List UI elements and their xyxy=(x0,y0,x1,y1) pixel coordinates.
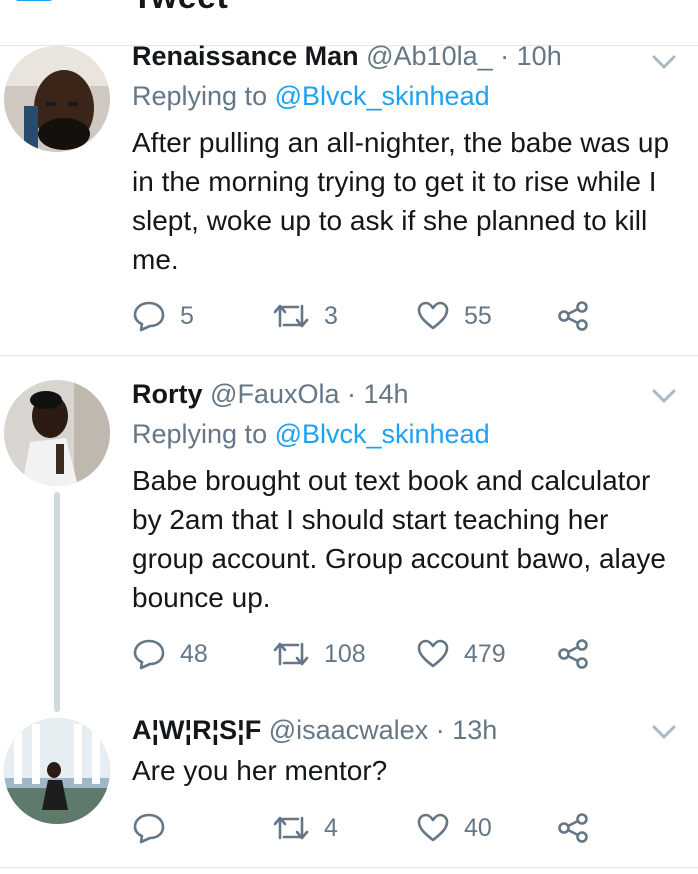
reply-icon xyxy=(133,813,165,844)
display-name[interactable]: Rorty xyxy=(132,379,203,409)
replying-to-label: Replying to xyxy=(132,81,275,111)
timestamp: 13h xyxy=(452,715,498,745)
separator-dot: · xyxy=(435,715,445,745)
like-button[interactable]: 40 xyxy=(416,808,492,848)
separator-dot: · xyxy=(347,379,356,409)
like-button[interactable]: 55 xyxy=(416,296,492,336)
avatar[interactable] xyxy=(4,718,110,824)
tweet-text: Babe brought out text book and calculato… xyxy=(132,465,666,613)
like-count: 479 xyxy=(464,639,506,668)
back-arrow-icon[interactable] xyxy=(14,0,54,12)
display-name[interactable]: Renaissance Man xyxy=(132,41,359,71)
share-button[interactable] xyxy=(556,808,590,848)
share-icon xyxy=(558,301,588,331)
tweet-header: A¦W¦R¦S¦F @isaacwalex · 13h xyxy=(132,714,497,746)
share-icon xyxy=(558,813,588,843)
replying-to-label: Replying to xyxy=(132,419,275,449)
retweet-button[interactable]: 3 xyxy=(272,296,338,336)
reply-button[interactable]: 48 xyxy=(132,634,208,674)
retweet-count: 108 xyxy=(324,639,366,668)
thread-line xyxy=(54,492,60,712)
reply-mention-link[interactable]: @Blvck_skinhead xyxy=(275,81,490,111)
heart-icon xyxy=(417,301,449,330)
page-title: Tweet xyxy=(132,0,228,17)
reply-button[interactable]: 5 xyxy=(132,296,194,336)
reply-icon xyxy=(133,301,165,332)
tweet-header: Rorty @FauxOla · 14h xyxy=(132,378,409,410)
user-handle[interactable]: @isaacwalex xyxy=(269,715,428,745)
tweet-text: Are you her mentor? xyxy=(132,755,388,786)
like-count: 55 xyxy=(464,301,492,330)
reply-mention-link[interactable]: @Blvck_skinhead xyxy=(275,419,490,449)
share-icon xyxy=(558,639,588,669)
user-handle[interactable]: @Ab10la_ xyxy=(366,41,493,71)
tweet-text: After pulling an all-nighter, the babe w… xyxy=(132,127,670,275)
replying-to: Replying to @Blvck_skinhead xyxy=(132,418,490,450)
retweet-icon xyxy=(273,304,309,328)
retweet-button[interactable]: 4 xyxy=(272,808,338,848)
reply-button[interactable] xyxy=(132,808,180,848)
tweet-item[interactable]: Rorty @FauxOla · 14h Replying to @Blvck_… xyxy=(0,356,698,712)
share-button[interactable] xyxy=(556,634,590,674)
tweet-item[interactable]: Renaissance Man @Ab10la_ · 10h Replying … xyxy=(0,41,698,356)
retweet-button[interactable]: 108 xyxy=(272,634,366,674)
replying-to: Replying to @Blvck_skinhead xyxy=(132,80,490,112)
timestamp: 10h xyxy=(516,41,562,71)
user-handle[interactable]: @FauxOla xyxy=(210,379,339,409)
tweet-header: Renaissance Man @Ab10la_ · 10h xyxy=(132,40,562,72)
chevron-down-icon[interactable] xyxy=(650,386,678,406)
tweet-actions: 5 3 55 xyxy=(132,296,602,336)
tweet-item[interactable]: A¦W¦R¦S¦F @isaacwalex · 13h Are you her … xyxy=(0,712,698,868)
retweet-icon xyxy=(273,642,309,666)
avatar[interactable] xyxy=(4,46,110,152)
chevron-down-icon[interactable] xyxy=(650,722,678,742)
retweet-icon xyxy=(273,816,309,840)
reply-count: 5 xyxy=(180,301,194,330)
display-name[interactable]: A¦W¦R¦S¦F xyxy=(132,715,261,745)
chevron-down-icon[interactable] xyxy=(650,52,678,72)
like-count: 40 xyxy=(464,813,492,842)
tweet-actions: 48 108 479 xyxy=(132,634,602,674)
separator-dot: · xyxy=(500,41,510,71)
tweet-actions: 4 40 xyxy=(132,808,602,848)
heart-icon xyxy=(417,813,449,842)
retweet-count: 3 xyxy=(324,301,338,330)
reply-count: 48 xyxy=(180,639,208,668)
reply-icon xyxy=(133,639,165,670)
timestamp: 14h xyxy=(363,379,409,409)
retweet-count: 4 xyxy=(324,813,338,842)
heart-icon xyxy=(417,639,449,668)
share-button[interactable] xyxy=(556,296,590,336)
avatar[interactable] xyxy=(4,380,110,486)
like-button[interactable]: 479 xyxy=(416,634,506,674)
